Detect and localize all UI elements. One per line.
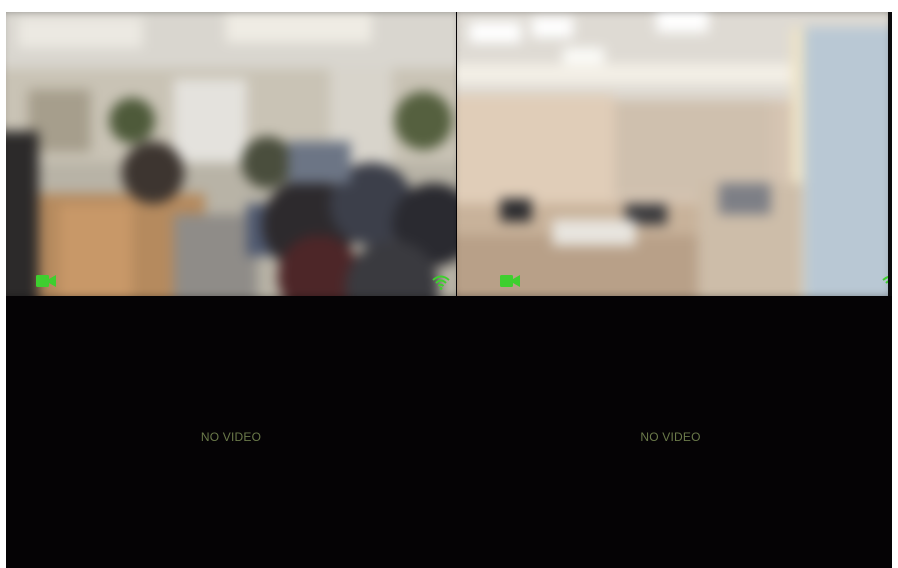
camera-1-feed — [6, 12, 456, 296]
no-video-label: NO VIDEO — [640, 430, 701, 444]
camera-pane-1[interactable] — [6, 12, 456, 296]
camera-grid: NO VIDEO NO VIDEO — [6, 12, 892, 568]
camera-pane-3[interactable]: NO VIDEO — [6, 297, 456, 568]
no-video-label: NO VIDEO — [200, 430, 262, 444]
grid-edge — [888, 12, 892, 296]
wifi-signal-icon — [432, 275, 450, 290]
camera-pane-2[interactable] — [457, 12, 888, 296]
camera-recording-icon — [36, 275, 56, 287]
camera-pane-4[interactable]: NO VIDEO — [457, 297, 892, 568]
camera-2-feed — [457, 12, 888, 296]
camera-recording-icon — [500, 275, 520, 287]
